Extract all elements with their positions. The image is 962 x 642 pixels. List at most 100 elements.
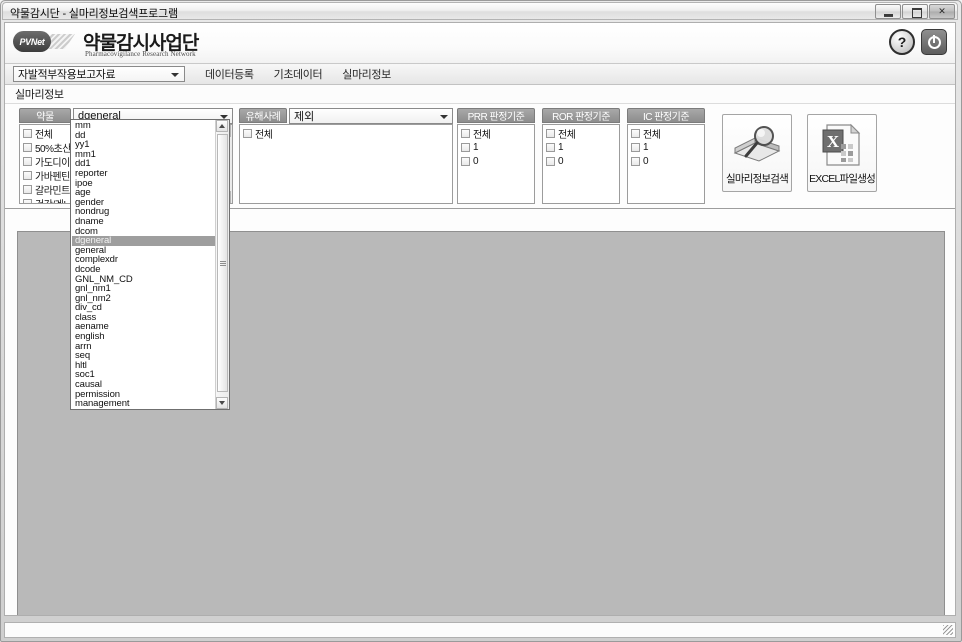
dropdown-option-list[interactable]: mm dd yy1 mm1 dd1 reporter ipoe age gender nondru… bbox=[72, 121, 215, 408]
scroll-up-button[interactable] bbox=[216, 120, 228, 132]
tab-drug[interactable]: 약물 bbox=[19, 108, 71, 123]
list-item[interactable]: 1 bbox=[631, 141, 704, 153]
triangle-up-icon bbox=[219, 124, 225, 128]
menu-item-data-entry[interactable]: 데이터등록 bbox=[205, 66, 254, 82]
maximize-button[interactable] bbox=[902, 4, 928, 19]
menu-item-signal-info[interactable]: 실마리정보 bbox=[342, 66, 391, 82]
prr-checkbox-list[interactable]: 전체 1 0 bbox=[457, 124, 535, 204]
dropdown-option[interactable]: mm bbox=[72, 121, 215, 131]
excel-export-button[interactable]: X EXCEL파일생성 bbox=[807, 114, 877, 192]
power-glyph bbox=[927, 34, 941, 49]
adverse-event-combo-value: 제외 bbox=[294, 111, 315, 123]
list-item-label: 가바펜틴 bbox=[35, 171, 70, 182]
list-item-label: 1 bbox=[643, 141, 649, 153]
checkbox[interactable] bbox=[461, 142, 470, 152]
dropdown-option[interactable]: dd bbox=[72, 130, 215, 141]
list-item[interactable]: 전체 bbox=[243, 127, 452, 139]
list-item[interactable]: 0 bbox=[631, 155, 704, 167]
tab-adverse-event[interactable]: 유해사례 bbox=[239, 108, 287, 123]
close-button[interactable]: ✕ bbox=[929, 4, 955, 19]
checkbox[interactable] bbox=[546, 128, 555, 138]
breadcrumb-label: 실마리정보 bbox=[15, 89, 64, 101]
svg-text:X: X bbox=[827, 132, 840, 151]
application-window: 약물감시단 - 실마리정보검색프로그램 ✕ PVNet 약물감시사업단 Phar… bbox=[0, 0, 962, 642]
tab-ic-criteria[interactable]: IC 판정기준 bbox=[627, 108, 705, 123]
scroll-down-button[interactable] bbox=[216, 397, 228, 409]
list-item[interactable]: 1 bbox=[461, 141, 534, 153]
list-item-label: 가도디이 bbox=[35, 157, 70, 168]
help-icon[interactable]: ? bbox=[889, 29, 915, 55]
dataset-select-value: 자발적부작용보고자료 bbox=[18, 69, 116, 81]
chevron-down-icon bbox=[440, 115, 448, 119]
logo-ellipse: PVNet bbox=[13, 31, 51, 52]
dropdown-scrollbar[interactable] bbox=[215, 120, 229, 409]
book-magnifier-glyph bbox=[733, 126, 781, 162]
dropdown-option[interactable]: reporter bbox=[72, 169, 215, 179]
list-item[interactable]: 전체 bbox=[631, 127, 704, 139]
adverse-event-combo[interactable]: 제외 bbox=[289, 108, 453, 124]
window-title: 약물감시단 - 실마리정보검색프로그램 bbox=[10, 8, 178, 20]
dropdown-option[interactable]: english bbox=[72, 332, 215, 342]
checkbox[interactable] bbox=[23, 198, 32, 203]
tab-ror-criteria[interactable]: ROR 판정기준 bbox=[542, 108, 620, 123]
breadcrumb: 실마리정보 bbox=[5, 85, 955, 104]
list-item-label: 0 bbox=[558, 155, 564, 167]
checkbox[interactable] bbox=[23, 142, 32, 152]
checkbox[interactable] bbox=[546, 142, 555, 152]
menu-item-basic-data[interactable]: 기초데이터 bbox=[274, 66, 323, 82]
checkbox[interactable] bbox=[23, 156, 32, 166]
search-signal-button[interactable]: 실마리정보검색 bbox=[722, 114, 792, 192]
dropdown-option[interactable]: seq bbox=[72, 351, 215, 361]
list-item[interactable]: 전체 bbox=[546, 127, 619, 139]
scrollbar-thumb[interactable] bbox=[217, 134, 228, 392]
chevron-down-icon bbox=[171, 73, 179, 77]
checkbox[interactable] bbox=[23, 170, 32, 180]
list-item[interactable]: 0 bbox=[546, 155, 619, 167]
dropdown-option[interactable]: arrn bbox=[72, 342, 215, 352]
checkbox[interactable] bbox=[461, 128, 470, 138]
dropdown-option[interactable]: mm1 bbox=[72, 150, 215, 160]
checkbox[interactable] bbox=[631, 156, 640, 166]
checkbox[interactable] bbox=[631, 142, 640, 152]
checkbox[interactable] bbox=[546, 156, 555, 166]
list-item[interactable]: 전체 bbox=[461, 127, 534, 139]
list-item-label: 전체 bbox=[473, 129, 491, 140]
checkbox[interactable] bbox=[243, 128, 252, 138]
brand-header: PVNet 약물감시사업단 Pharmacovigilance Research… bbox=[5, 23, 955, 64]
checkbox[interactable] bbox=[23, 184, 32, 194]
list-item-label: 건강/계I bbox=[35, 197, 66, 204]
tab-prr-criteria[interactable]: PRR 판정기준 bbox=[457, 108, 535, 123]
brand-subtitle: Pharmacovigilance Research Network bbox=[85, 50, 196, 58]
checkbox[interactable] bbox=[461, 156, 470, 166]
title-bar[interactable]: 약물감시단 - 실마리정보검색프로그램 ✕ bbox=[2, 2, 958, 20]
checkbox[interactable] bbox=[23, 128, 32, 138]
excel-file-icon: X bbox=[808, 121, 876, 169]
checkbox[interactable] bbox=[631, 128, 640, 138]
logo-text: PVNet bbox=[19, 36, 45, 47]
adverse-event-checkbox-list[interactable]: 전체 bbox=[239, 124, 453, 204]
list-item[interactable]: 0 bbox=[461, 155, 534, 167]
menu-bar: 자발적부작용보고자료 데이터등록 기초데이터 실마리정보 bbox=[5, 64, 955, 85]
resize-grip-icon[interactable] bbox=[943, 625, 953, 635]
info-power-icon[interactable] bbox=[921, 29, 947, 55]
book-magnifier-icon bbox=[723, 121, 791, 169]
excel-export-button-label: EXCEL파일생성 bbox=[809, 173, 876, 185]
drug-field-dropdown-popup[interactable]: mm dd yy1 mm1 dd1 reporter ipoe age gender nondru… bbox=[70, 119, 230, 410]
dropdown-option[interactable]: ipoe bbox=[72, 178, 215, 189]
dataset-select[interactable]: 자발적부작용보고자료 bbox=[13, 66, 185, 82]
list-item-label: 0 bbox=[473, 155, 479, 167]
ic-checkbox-list[interactable]: 전체 1 0 bbox=[627, 124, 705, 204]
header-icon-group: ? bbox=[889, 29, 947, 55]
close-icon: ✕ bbox=[938, 6, 946, 16]
dropdown-option[interactable]: management bbox=[72, 399, 215, 408]
maximize-icon bbox=[912, 8, 922, 18]
list-item[interactable]: 1 bbox=[546, 141, 619, 153]
minimize-button[interactable] bbox=[875, 4, 901, 19]
adverse-event-checkbox-items: 전체 bbox=[240, 125, 452, 139]
list-item-label: 전체 bbox=[255, 129, 273, 140]
list-item-label: 50%초산 bbox=[35, 143, 71, 154]
list-item-label: 0 bbox=[643, 155, 649, 167]
ror-checkbox-list[interactable]: 전체 1 0 bbox=[542, 124, 620, 204]
list-item-label: 1 bbox=[473, 141, 479, 153]
prr-checkbox-items: 전체 1 0 bbox=[458, 125, 534, 167]
